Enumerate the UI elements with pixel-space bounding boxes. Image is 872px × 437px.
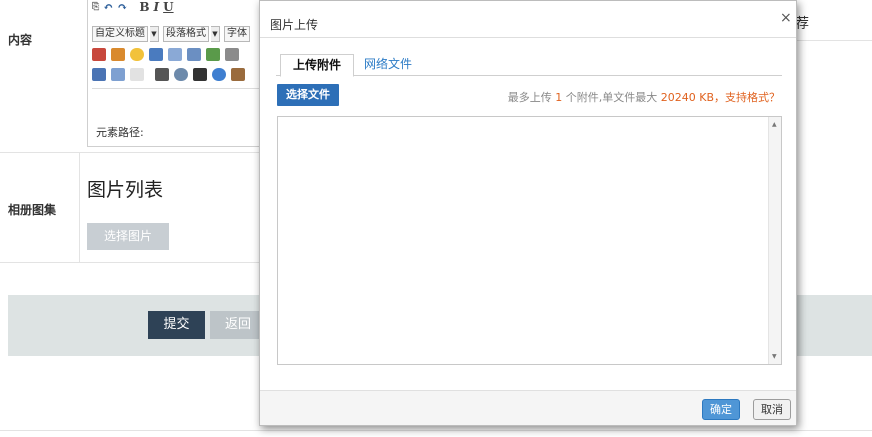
cancel-button[interactable]: 取消 — [753, 399, 791, 420]
print-icon[interactable] — [155, 68, 169, 81]
help-icon[interactable] — [212, 68, 226, 81]
map-icon[interactable] — [206, 48, 220, 61]
album-label: 相册图集 — [8, 203, 57, 217]
submit-button[interactable]: 提交 — [148, 311, 205, 339]
table-icon[interactable] — [92, 68, 106, 81]
upload-info-prefix: 最多上传 — [507, 91, 552, 104]
chevron-down-icon[interactable]: ▼ — [211, 26, 220, 42]
tab-network-file[interactable]: 网络文件 — [352, 54, 424, 77]
element-path-label: 元素路径: — [96, 126, 144, 139]
bold-button[interactable]: B — [139, 0, 149, 14]
page: 内容 相册图集 ⎘ ↶ ↷ B I U 自定义标题 ▼ 段落格式 ▼ 字体 元素… — [0, 0, 872, 437]
frame-icon[interactable] — [225, 48, 239, 61]
upload-info-middle: 个附件,单文件最大 — [565, 91, 658, 104]
album-title: 图片列表 — [87, 179, 164, 201]
preview-icon[interactable] — [174, 68, 188, 81]
tab-bar: 上传附件 网络文件 — [276, 54, 782, 77]
scroll-up-icon[interactable]: ▲ — [772, 121, 777, 128]
source-icon[interactable]: ⎘ — [92, 2, 99, 12]
supported-formats-link[interactable]: ，支持格式？ — [714, 91, 780, 104]
underline-button[interactable]: U — [163, 0, 173, 14]
row-divider — [0, 430, 872, 431]
scrollbar[interactable]: ▲ ▼ — [768, 117, 781, 364]
insert-image-icon[interactable] — [111, 48, 125, 61]
back-button[interactable]: 返回 — [210, 311, 266, 339]
paste-icon[interactable] — [231, 68, 245, 81]
font-select[interactable]: 字体 — [224, 26, 250, 42]
row-divider — [797, 40, 872, 41]
scroll-down-icon[interactable]: ▼ — [772, 353, 777, 360]
dialog-footer: 确定 取消 — [260, 390, 796, 425]
redo-icon[interactable]: ↷ — [117, 0, 127, 14]
upload-limit-info: 最多上传 1 个附件,单文件最大 20240 KB，支持格式？ — [508, 89, 780, 105]
ok-button[interactable]: 确定 — [702, 399, 740, 420]
choose-file-button[interactable]: 选择文件 — [277, 84, 339, 106]
undo-icon[interactable]: ↶ — [103, 0, 113, 14]
row-divider — [0, 262, 259, 263]
paragraph-format-select[interactable]: 段落格式 — [163, 26, 209, 42]
music-icon[interactable] — [168, 48, 182, 61]
content-label: 内容 — [8, 33, 33, 47]
close-icon[interactable]: × — [780, 10, 792, 26]
attachment-icon[interactable] — [187, 48, 201, 61]
table-row-icon[interactable] — [111, 68, 125, 81]
max-count: 1 — [555, 91, 563, 104]
image-icon[interactable] — [92, 48, 106, 61]
row-divider — [0, 152, 259, 153]
tab-upload-attachment[interactable]: 上传附件 — [280, 54, 355, 77]
video-icon[interactable] — [149, 48, 163, 61]
image-upload-dialog: 图片上传 × 上传附件 网络文件 选择文件 最多上传 1 个附件,单文件最大 2… — [259, 0, 797, 426]
editor-divider — [92, 88, 266, 89]
column-divider — [79, 152, 80, 262]
table-col-icon[interactable] — [130, 68, 144, 81]
search-icon[interactable] — [193, 68, 207, 81]
max-size: 20240 KB — [660, 91, 714, 104]
emoticon-icon[interactable] — [130, 48, 144, 61]
select-image-button[interactable]: 选择图片 — [87, 223, 169, 250]
chevron-down-icon[interactable]: ▼ — [150, 26, 159, 42]
rich-text-editor[interactable]: ⎘ ↶ ↷ B I U 自定义标题 ▼ 段落格式 ▼ 字体 元素路径: — [87, 0, 267, 147]
dialog-body: 上传附件 网络文件 选择文件 最多上传 1 个附件,单文件最大 20240 KB… — [260, 37, 796, 390]
partial-label: 荐 — [795, 16, 809, 32]
file-list-area[interactable]: ▲ ▼ — [277, 116, 782, 365]
dialog-title: 图片上传 — [270, 18, 319, 32]
italic-button[interactable]: I — [153, 0, 159, 14]
custom-title-select[interactable]: 自定义标题 — [92, 26, 148, 42]
